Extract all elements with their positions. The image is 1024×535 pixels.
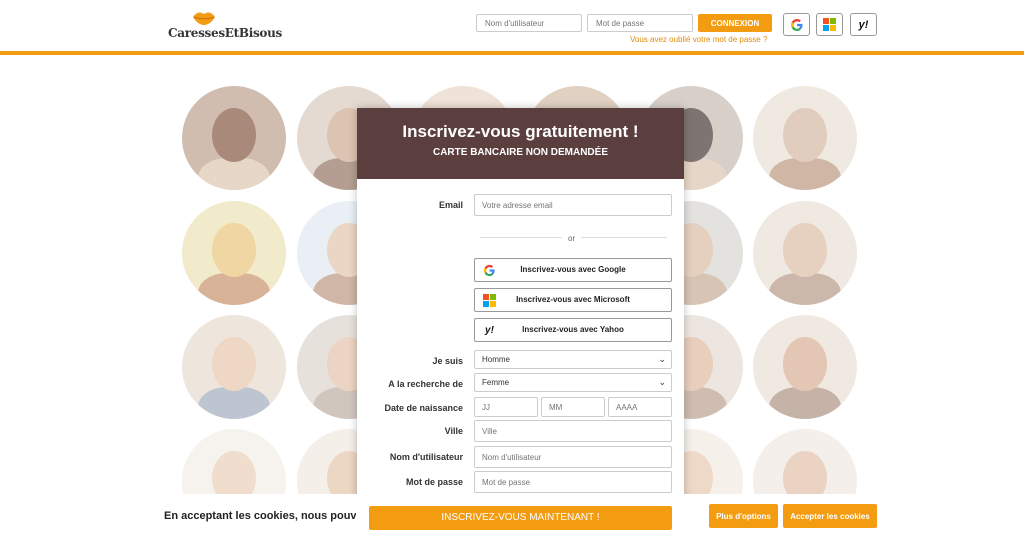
site-logo[interactable]: CaressesEtBisous <box>168 10 282 44</box>
city-field[interactable] <box>474 420 672 442</box>
signup-title: Inscrivez-vous gratuitement ! <box>402 122 639 141</box>
divider-right <box>581 237 667 238</box>
gender-select[interactable]: Homme ⌄ <box>474 350 672 369</box>
signup-subtitle: CARTE BANCAIRE NON DEMANDÉE <box>432 147 608 158</box>
header-password-input[interactable] <box>587 14 693 32</box>
forgot-password-link[interactable]: Vous avez oublié votre mot de passe ? <box>630 35 767 44</box>
gender-select-value: Homme <box>482 355 511 364</box>
header-microsoft-button[interactable] <box>816 13 843 36</box>
seeking-select[interactable]: Femme ⌄ <box>474 373 672 392</box>
signup-google-label: Inscrivez-vous avec Google <box>520 265 626 274</box>
logo-text: CaressesEtBisous <box>168 26 283 40</box>
accept-cookies-button[interactable]: Accepter les cookies <box>783 504 877 528</box>
yahoo-icon: y! <box>858 18 869 31</box>
login-button[interactable]: CONNEXION <box>698 14 772 32</box>
or-separator: or <box>568 234 576 243</box>
more-options-button[interactable]: Plus d'options <box>709 504 778 528</box>
microsoft-icon <box>823 18 836 31</box>
seeking-select-value: Femme <box>482 378 510 387</box>
top-header: CaressesEtBisous CONNEXION Vous avez oub… <box>0 0 1024 55</box>
email-field[interactable] <box>474 194 672 216</box>
signup-yahoo-label: Inscrivez-vous avec Yahoo <box>522 325 624 334</box>
cookie-consent-text: En acceptant les cookies, nous pouvons <box>164 510 356 522</box>
signup-modal: Inscrivez-vous gratuitement ! CARTE BANC… <box>357 108 684 535</box>
birth-year-field[interactable] <box>608 397 672 417</box>
signup-modal-header: Inscrivez-vous gratuitement ! CARTE BANC… <box>357 108 684 179</box>
username-label: Nom d'utilisateur <box>389 452 463 462</box>
header-google-button[interactable] <box>783 13 810 36</box>
google-icon <box>790 18 802 31</box>
yahoo-icon: y! <box>485 325 494 336</box>
divider-left <box>480 237 562 238</box>
email-label: Email <box>438 200 463 210</box>
username-field[interactable] <box>474 446 672 468</box>
chevron-down-icon: ⌄ <box>658 354 666 364</box>
birth-month-field[interactable] <box>541 397 605 417</box>
gender-label: Je suis <box>432 356 463 366</box>
signup-google-button[interactable]: Inscrivez-vous avec Google <box>474 258 672 282</box>
header-yahoo-button[interactable]: y! <box>850 13 877 36</box>
microsoft-icon <box>483 294 496 307</box>
google-icon <box>483 264 495 277</box>
birthdate-label: Date de naissance <box>384 403 463 413</box>
signup-submit-button[interactable]: INSCRIVEZ-VOUS MAINTENANT ! <box>369 506 672 530</box>
signup-microsoft-label: Inscrivez-vous avec Microsoft <box>516 295 630 304</box>
password-label: Mot de passe <box>405 477 463 487</box>
birth-day-field[interactable] <box>474 397 538 417</box>
seeking-label: A la recherche de <box>388 379 463 389</box>
signup-microsoft-button[interactable]: Inscrivez-vous avec Microsoft <box>474 288 672 312</box>
city-label: Ville <box>444 426 463 436</box>
header-username-input[interactable] <box>476 14 582 32</box>
lips-icon <box>193 12 215 25</box>
password-field[interactable] <box>474 471 672 493</box>
signup-yahoo-button[interactable]: y! Inscrivez-vous avec Yahoo <box>474 318 672 342</box>
chevron-down-icon: ⌄ <box>658 377 666 387</box>
